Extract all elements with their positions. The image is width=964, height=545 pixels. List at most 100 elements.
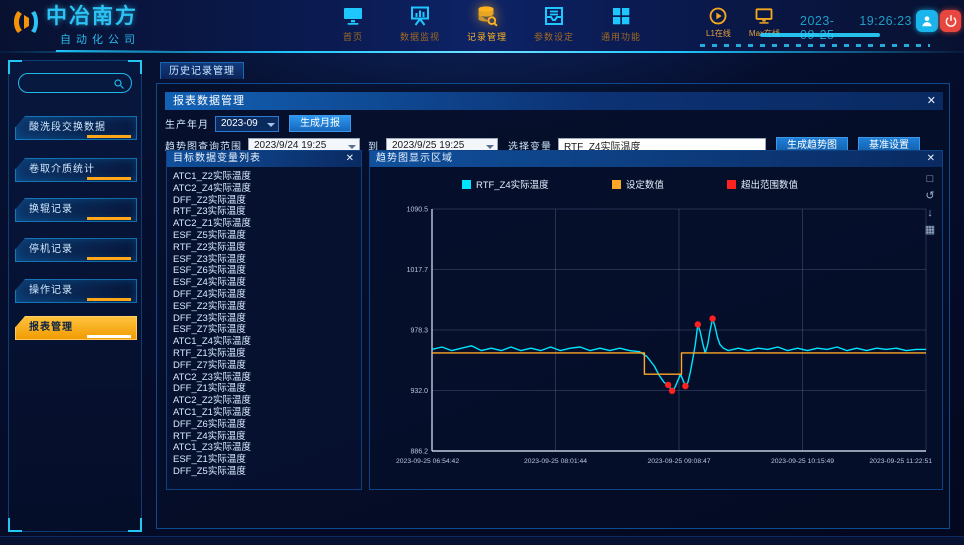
monitor-icon — [753, 6, 775, 26]
user-icon — [920, 14, 934, 28]
legend-item[interactable]: RTF_Z4实际温度 — [462, 177, 549, 191]
tag-list: ATC1_Z2实际温度ATC2_Z4实际温度DFF_Z2实际温度RTF_Z3实际… — [167, 169, 361, 487]
svg-text:2023-09-25 06:54:42: 2023-09-25 06:54:42 — [396, 458, 459, 465]
sidebar-item-accent — [87, 177, 131, 180]
chart-panel-title: 趋势图显示区域 — [376, 153, 453, 164]
tag-list-item[interactable]: ESF_Z5实际温度 — [173, 230, 355, 242]
search-input[interactable] — [25, 77, 113, 90]
tag-list-item[interactable]: ATC1_Z1实际温度 — [173, 407, 355, 419]
svg-text:2023-09-25 11:22:51: 2023-09-25 11:22:51 — [869, 458, 932, 465]
tag-list-item[interactable]: ESF_Z2实际温度 — [173, 301, 355, 313]
sidebar-item-1[interactable]: 酸洗段交换数据 — [15, 116, 137, 140]
generate-month-report-button[interactable]: 生成月报 — [289, 115, 351, 132]
tag-list-item[interactable]: RTF_Z1实际温度 — [173, 348, 355, 360]
tag-list-item[interactable]: ESF_Z3实际温度 — [173, 254, 355, 266]
close-icon[interactable]: ✕ — [927, 92, 937, 110]
tag-list-item[interactable]: ATC2_Z3实际温度 — [173, 372, 355, 384]
record-manage-icon — [474, 4, 500, 28]
tag-list-panel: 目标数据变量列表 ✕ ATC1_Z2实际温度ATC2_Z4实际温度DFF_Z2实… — [166, 150, 362, 490]
close-icon[interactable]: ✕ — [927, 151, 936, 167]
sidebar-item-accent — [87, 135, 131, 138]
sidebar-item-accent — [87, 257, 131, 260]
power-button[interactable] — [940, 10, 961, 32]
datetime: 2023-09-25 19:26:23 — [800, 14, 912, 42]
tag-list-item[interactable]: RTF_Z3实际温度 — [173, 206, 355, 218]
month-label: 生产年月 — [165, 116, 209, 131]
trend-chart-panel: 趋势图显示区域 ✕ RTF_Z4实际温度设定数值超出范围数值 □↺↓▦ 1090… — [369, 150, 943, 490]
sidebar-item-3[interactable]: 换辊记录 — [15, 198, 137, 222]
month-select[interactable]: 2023-09 — [215, 116, 279, 132]
report-data-panel: 报表数据管理 ✕ 生产年月 2023-09 生成月报 趋势图查询范围 2023/… — [156, 83, 950, 529]
tag-list-item[interactable]: RTF_Z4实际温度 — [173, 431, 355, 443]
svg-text:1017.7: 1017.7 — [407, 267, 429, 274]
legend-label: 设定数值 — [626, 177, 664, 191]
main-nav: 首页 数据监视记录管理参数设定通用功能 — [322, 4, 652, 43]
sidebar-item-accent — [87, 298, 131, 301]
chart-legend: RTF_Z4实际温度 设定数值 超出范围数值 — [462, 177, 798, 191]
tag-list-item[interactable]: ESF_Z7实际温度 — [173, 324, 355, 336]
user-avatar-button[interactable] — [916, 10, 938, 32]
logo: 中冶南方 自动化公司 — [12, 5, 176, 52]
tag-list-item[interactable]: ATC1_Z3实际温度 — [173, 442, 355, 454]
logo-subtitle: 自动化公司 — [60, 31, 176, 47]
bottom-strip — [0, 536, 964, 545]
home-icon — [340, 4, 366, 28]
sidebar-item-6[interactable]: 报表管理 — [15, 316, 137, 340]
nav-label: 通用功能 — [601, 30, 641, 43]
legend-swatch — [727, 180, 736, 189]
sidebar-search — [18, 73, 132, 93]
search-icon[interactable] — [113, 77, 125, 89]
power-icon — [944, 14, 958, 28]
main-content: 历史记录管理 报表数据管理 ✕ 生产年月 2023-09 生成月报 趋势图查询范… — [150, 62, 956, 532]
legend-item[interactable]: 设定数值 — [612, 177, 664, 191]
header-decor-dash — [760, 33, 880, 37]
tag-list-item[interactable]: DFF_Z7实际温度 — [173, 360, 355, 372]
svg-text:2023-09-25 10:15:49: 2023-09-25 10:15:49 — [771, 458, 834, 465]
panel-title: 报表数据管理 — [173, 95, 245, 107]
nav-label: 首页 — [343, 30, 363, 43]
tag-list-item[interactable]: DFF_Z3实际温度 — [173, 313, 355, 325]
tag-list-item[interactable]: ATC2_Z1实际温度 — [173, 218, 355, 230]
nav-item-1[interactable]: 首页 — [322, 4, 384, 43]
tag-list-item[interactable]: DFF_Z6实际温度 — [173, 419, 355, 431]
nav-item-2[interactable]: 数据监视 — [389, 4, 451, 43]
tag-list-item[interactable]: DFF_Z5实际温度 — [173, 466, 355, 478]
header-decor-dots — [700, 44, 930, 47]
legend-swatch — [462, 180, 471, 189]
month-report-row: 生产年月 2023-09 生成月报 — [165, 115, 351, 132]
tag-list-item[interactable]: ESF_Z1实际温度 — [173, 454, 355, 466]
tag-list-item[interactable]: DFF_Z2实际温度 — [173, 195, 355, 207]
tag-list-item[interactable]: ESF_Z6实际温度 — [173, 265, 355, 277]
sidebar-item-4[interactable]: 停机记录 — [15, 238, 137, 262]
trend-chart[interactable]: 1090.51017.7978.3932.0886.22023-09-25 06… — [394, 201, 934, 483]
corner-decor — [8, 60, 22, 74]
logo-title: 中冶南方 — [46, 5, 176, 29]
tag-list-item[interactable]: DFF_Z4实际温度 — [173, 289, 355, 301]
corner-decor — [128, 60, 142, 74]
box-zoom-icon[interactable]: □ — [924, 173, 936, 185]
nav-item-5[interactable]: 通用功能 — [590, 4, 652, 43]
tag-list-item[interactable]: RTF_Z2实际温度 — [173, 242, 355, 254]
tag-list-item[interactable]: DFF_Z1实际温度 — [173, 383, 355, 395]
header-divider — [0, 51, 964, 53]
panel-header: 报表数据管理 ✕ — [165, 92, 943, 110]
nav-item-4[interactable]: 参数设定 — [523, 4, 585, 43]
tag-list-item[interactable]: ESF_Z4实际温度 — [173, 277, 355, 289]
sidebar-item-accent — [87, 335, 131, 338]
tag-list-item[interactable]: ATC1_Z4实际温度 — [173, 336, 355, 348]
tag-list-item[interactable]: ATC2_Z4实际温度 — [173, 183, 355, 195]
sidebar-item-2[interactable]: 卷取介质统计 — [15, 158, 137, 182]
svg-text:886.2: 886.2 — [410, 449, 428, 456]
time-text: 19:26:23 — [859, 14, 912, 42]
tag-list-item[interactable]: ATC1_Z2实际温度 — [173, 171, 355, 183]
sidebar-item-5[interactable]: 操作记录 — [15, 279, 137, 303]
legend-item[interactable]: 超出范围数值 — [727, 177, 798, 191]
tab-history-records[interactable]: 历史记录管理 — [160, 62, 244, 79]
close-icon[interactable]: ✕ — [346, 151, 355, 167]
nav-item-3[interactable]: 记录管理 — [456, 4, 518, 43]
chart-panel-header: 趋势图显示区域 ✕ — [370, 151, 942, 167]
app: 中冶南方 自动化公司 首页数据监视记录管理参数设定通用功能 L1在线Max在线 … — [0, 0, 964, 545]
tag-list-title: 目标数据变量列表 — [173, 153, 261, 164]
common-function-icon — [608, 4, 634, 28]
tag-list-item[interactable]: ATC2_Z2实际温度 — [173, 395, 355, 407]
